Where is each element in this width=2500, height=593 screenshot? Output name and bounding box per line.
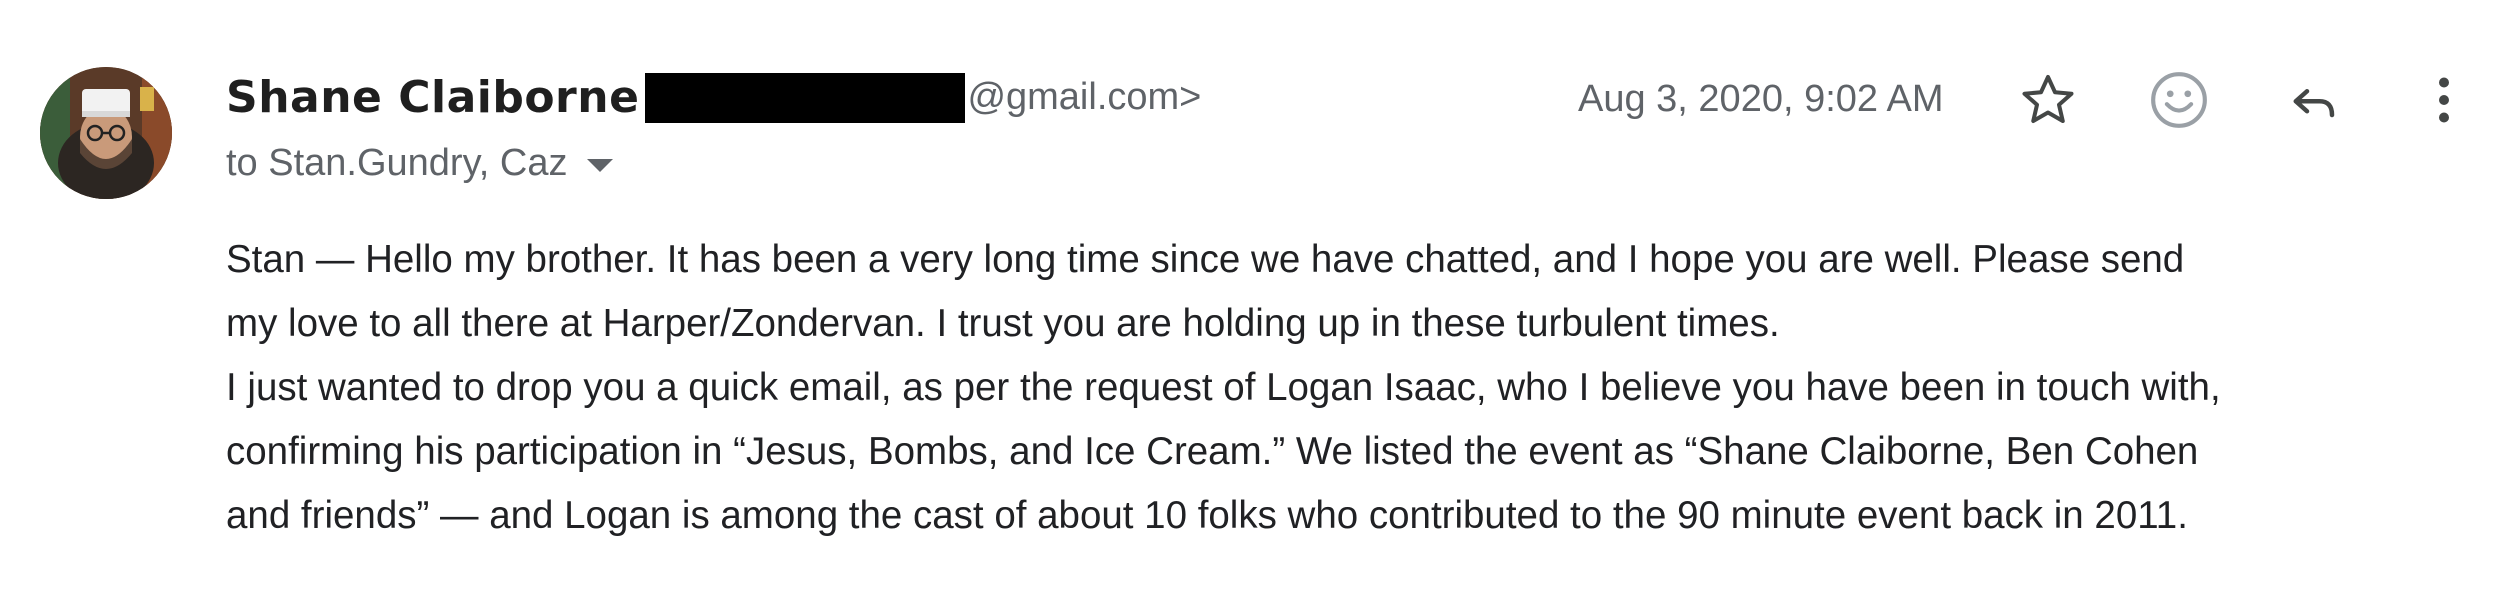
body-line: and friends” — and Logan is among the ca…: [226, 494, 2188, 537]
recipients-text: to Stan.Gundry, Caz: [226, 142, 568, 184]
add-reaction-button[interactable]: [2143, 64, 2215, 136]
star-button[interactable]: [2012, 64, 2084, 136]
reply-icon: [2293, 89, 2335, 118]
avatar-photo: [40, 67, 172, 199]
emoji-reaction-icon: [2151, 72, 2207, 128]
star-icon: [2022, 75, 2074, 123]
message-body: Stan — Hello my brother. It has been a v…: [226, 228, 2466, 548]
caret-down-icon[interactable]: [587, 159, 614, 172]
more-options-button[interactable]: [2408, 64, 2480, 136]
body-line: confirming his participation in “Jesus, …: [226, 430, 2199, 473]
message-date: Aug 3, 2020, 9:02 AM: [1578, 78, 1944, 120]
recipients-line: to Stan.Gundry, Caz: [226, 142, 614, 185]
sender-line: Shane Claiborne @gmail.com>: [226, 72, 1201, 123]
email-redaction: [645, 72, 966, 123]
sender-name[interactable]: Shane Claiborne: [226, 72, 639, 123]
body-line: Stan — Hello my brother. It has been a v…: [226, 238, 2185, 281]
body-line: my love to all there at Harper/Zondervan…: [226, 302, 1780, 345]
reply-button[interactable]: [2276, 64, 2348, 136]
sender-email: @gmail.com>: [967, 76, 1202, 118]
body-line: I just wanted to drop you a quick email,…: [226, 366, 2221, 409]
more-vert-icon: [2439, 77, 2449, 123]
sender-avatar[interactable]: [40, 67, 172, 199]
